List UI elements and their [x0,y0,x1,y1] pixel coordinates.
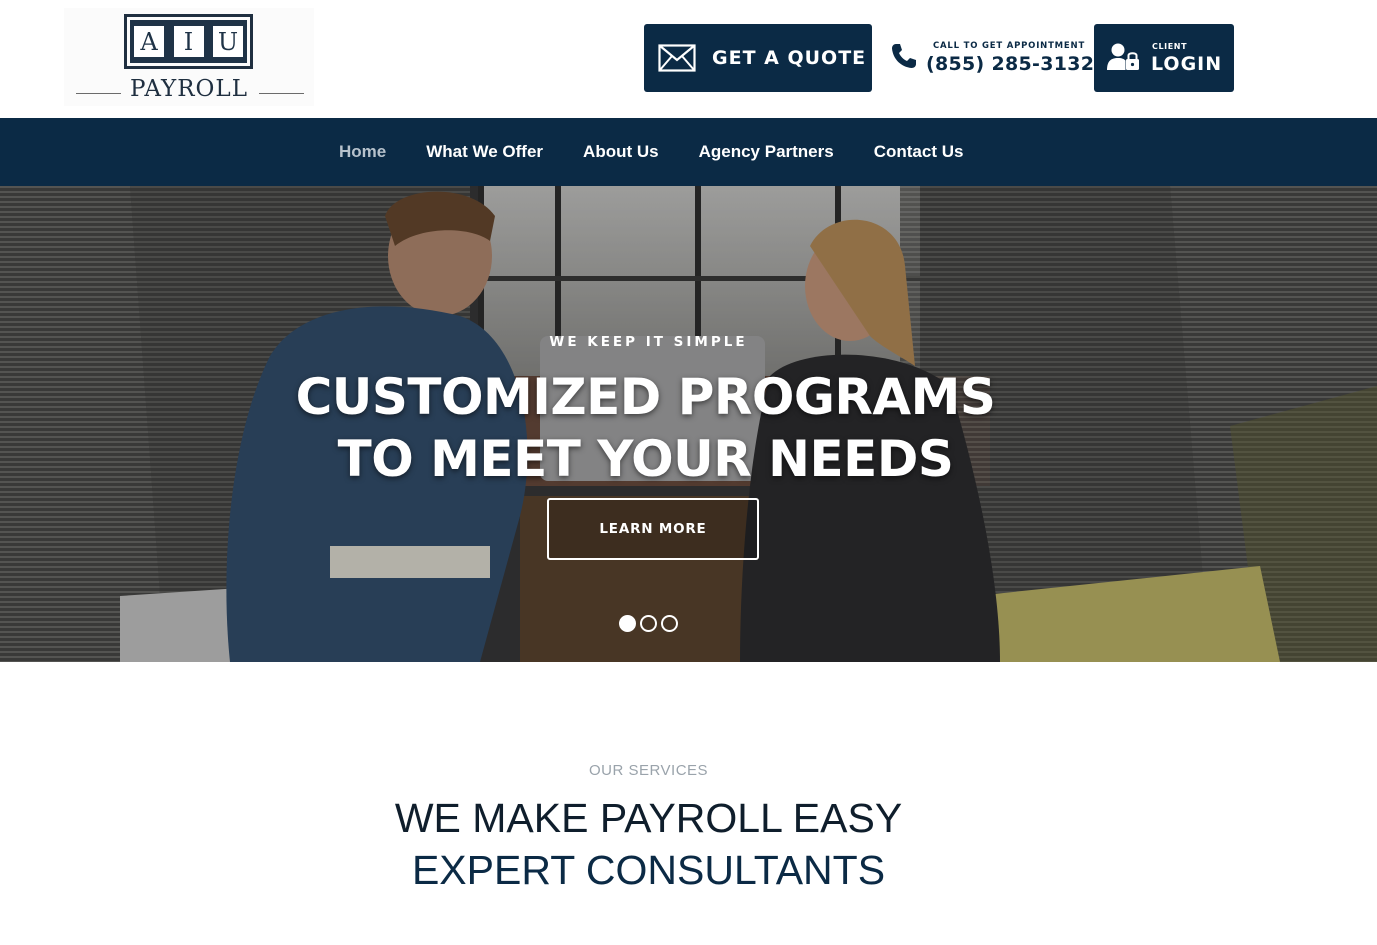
logo-letter-i: I [173,26,204,57]
logo-wordmark: PAYROLL [130,76,248,102]
login-caption: CLIENT [1152,42,1188,51]
user-lock-icon [1107,43,1139,70]
get-a-quote-label: GET A QUOTE [712,47,867,69]
slider-pagination [619,615,682,632]
get-a-quote-button[interactable]: GET A QUOTE [644,24,872,92]
logo-letter-a: A [134,26,164,57]
slider-dot-1[interactable] [619,615,636,632]
nav-item-home[interactable]: Home [339,142,386,162]
logo-rule-right [259,93,304,94]
login-label: LOGIN [1151,53,1223,75]
nav-item-agency-partners[interactable]: Agency Partners [699,142,834,162]
phone-icon [892,44,916,68]
nav-item-what-we-offer[interactable]: What We Offer [426,142,543,162]
nav-item-about-us[interactable]: About Us [583,142,659,162]
call-appointment[interactable]: CALL TO GET APPOINTMENT (855) 285-3132 [888,38,1094,78]
hero-headline: CUSTOMIZED PROGRAMS TO MEET YOUR NEEDS [0,366,1291,490]
hero-eyebrow: WE KEEP IT SIMPLE [549,334,748,350]
envelope-icon [658,44,696,72]
call-caption: CALL TO GET APPOINTMENT [933,41,1086,51]
logo-badge: A I U [124,14,253,69]
phone-number[interactable]: (855) 285-3132 [926,53,1094,75]
hero-slider: WE KEEP IT SIMPLE CUSTOMIZED PROGRAMS TO… [0,186,1377,662]
hero-headline-line-1: CUSTOMIZED PROGRAMS [295,368,996,426]
slider-dot-3[interactable] [661,615,678,632]
slider-dot-2[interactable] [640,615,657,632]
aiu-payroll-logo[interactable]: A I U PAYROLL [64,8,314,106]
services-title: WE MAKE PAYROLL EASY [394,795,903,841]
site-header: A I U PAYROLL GET A QUOTE CALL TO GET AP… [0,0,1377,118]
logo-letter-u: U [213,26,243,57]
learn-more-button[interactable]: LEARN MORE [547,498,759,560]
services-eyebrow: OUR SERVICES [588,762,709,779]
hero-headline-line-2: TO MEET YOUR NEEDS [337,430,954,488]
services-subtitle: EXPERT CONSULTANTS [411,847,886,893]
client-login-button[interactable]: CLIENT LOGIN [1094,24,1234,92]
main-navigation: Home What We Offer About Us Agency Partn… [0,118,1377,186]
nav-item-contact-us[interactable]: Contact Us [874,142,964,162]
nav-list: Home What We Offer About Us Agency Partn… [339,118,1003,186]
